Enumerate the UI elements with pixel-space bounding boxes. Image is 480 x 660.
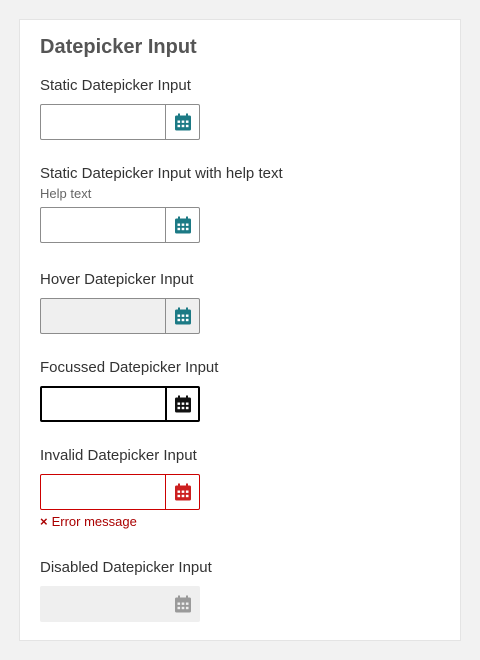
invalid-datepicker-field: Invalid Datepicker Input × Error message <box>40 447 440 529</box>
hover-datepicker-input[interactable] <box>41 299 165 333</box>
disabled-datepicker-field: Disabled Datepicker Input <box>40 559 440 622</box>
calendar-icon <box>175 595 191 613</box>
help-datepicker-label: Static Datepicker Input with help text <box>40 165 283 182</box>
disabled-datepicker-label: Disabled Datepicker Input <box>40 559 212 576</box>
help-datepicker-field: Static Datepicker Input with help text H… <box>40 165 440 243</box>
hover-datepicker-calendar-button[interactable] <box>165 299 199 333</box>
hover-datepicker-control <box>40 298 200 334</box>
help-datepicker-control <box>40 207 200 243</box>
calendar-icon <box>174 483 191 501</box>
focussed-datepicker-control <box>40 386 200 422</box>
disabled-datepicker-calendar-button <box>166 586 200 622</box>
static-datepicker-calendar-button[interactable] <box>165 105 199 139</box>
invalid-datepicker-control <box>40 474 200 510</box>
calendar-icon <box>174 216 191 234</box>
help-text: Help text <box>40 186 92 201</box>
static-datepicker-label: Static Datepicker Input <box>40 77 191 94</box>
focussed-datepicker-label: Focussed Datepicker Input <box>40 359 219 376</box>
focussed-datepicker-calendar-button[interactable] <box>165 388 198 420</box>
error-message-text: Error message <box>51 514 137 529</box>
disabled-datepicker-input <box>40 586 166 622</box>
hover-datepicker-field: Hover Datepicker Input <box>40 271 440 334</box>
invalid-datepicker-input[interactable] <box>41 475 165 509</box>
disabled-datepicker-control <box>40 586 200 622</box>
error-icon: × <box>40 514 48 529</box>
static-datepicker-control <box>40 104 200 140</box>
hover-datepicker-label: Hover Datepicker Input <box>40 271 194 288</box>
help-datepicker-input[interactable] <box>41 208 165 242</box>
error-message: × Error message <box>40 514 440 529</box>
focussed-datepicker-field: Focussed Datepicker Input <box>40 359 440 422</box>
calendar-icon <box>174 395 191 413</box>
datepicker-panel: Datepicker Input Static Datepicker Input… <box>20 20 460 640</box>
invalid-datepicker-calendar-button[interactable] <box>165 475 199 509</box>
static-datepicker-input[interactable] <box>41 105 165 139</box>
calendar-icon <box>174 113 191 131</box>
calendar-icon <box>174 307 191 325</box>
help-datepicker-calendar-button[interactable] <box>165 208 199 242</box>
static-datepicker-field: Static Datepicker Input <box>40 77 440 140</box>
focussed-datepicker-input[interactable] <box>42 388 165 420</box>
invalid-datepicker-label: Invalid Datepicker Input <box>40 447 197 464</box>
page-title: Datepicker Input <box>40 36 197 58</box>
